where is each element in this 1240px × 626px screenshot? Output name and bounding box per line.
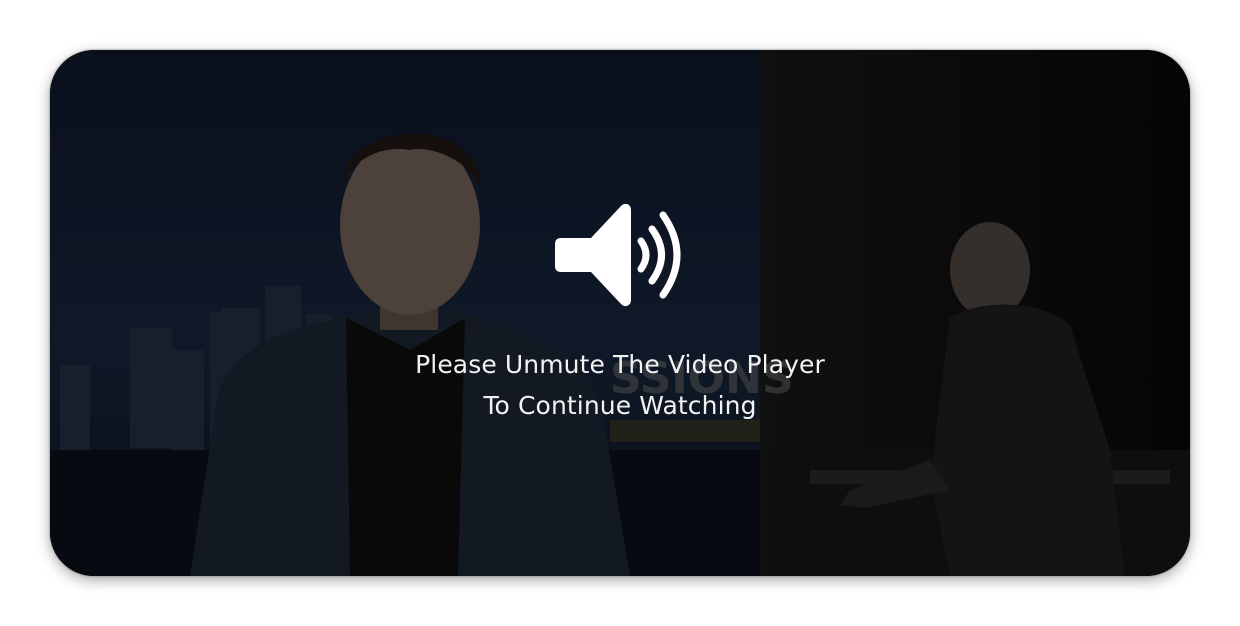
page: SSIONS Please Unmute The Video Player To… <box>0 0 1240 626</box>
unmute-prompt[interactable]: Please Unmute The Video Player To Contin… <box>50 200 1190 426</box>
unmute-message-line-1: Please Unmute The Video Player <box>415 350 825 379</box>
unmute-message-line-2: To Continue Watching <box>483 391 757 420</box>
video-player[interactable]: SSIONS Please Unmute The Video Player To… <box>50 50 1190 576</box>
speaker-volume-icon[interactable] <box>553 200 687 310</box>
unmute-message: Please Unmute The Video Player To Contin… <box>415 344 825 426</box>
